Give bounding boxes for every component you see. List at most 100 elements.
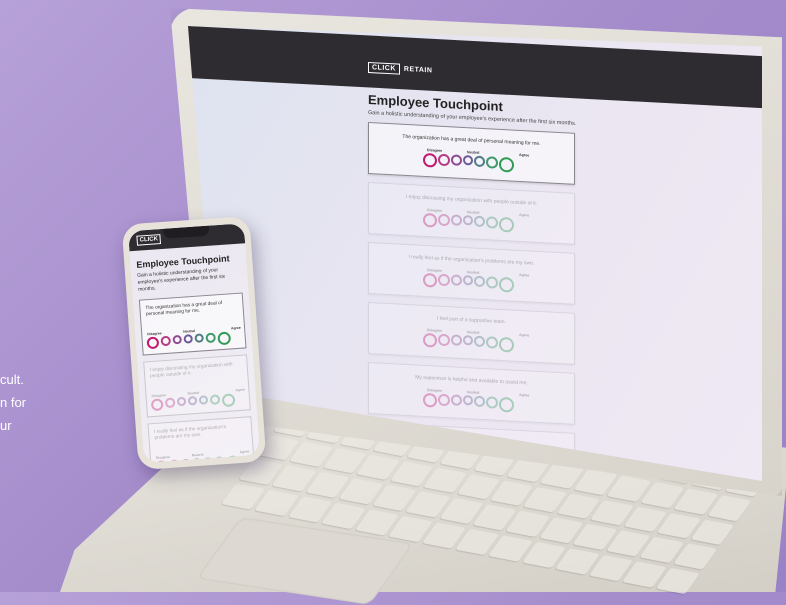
rating-option[interactable]: [486, 216, 498, 229]
phone-rating-option[interactable]: [146, 336, 160, 350]
phone-question-card: The organization has a great deal of per…: [138, 292, 247, 356]
phone-rating-option[interactable]: [183, 334, 194, 344]
rating-option[interactable]: [438, 153, 450, 167]
phone-question-list: The organization has a great deal of per…: [133, 292, 260, 463]
scale-labels: Disagree Neutral Agree: [427, 328, 531, 337]
rating-option[interactable]: [474, 215, 485, 228]
phone-question-card: I really feel as if the organization's p…: [147, 416, 256, 463]
rating-scale: [423, 212, 514, 233]
rating-option[interactable]: [438, 273, 450, 287]
phone-rating-option[interactable]: [213, 456, 225, 463]
rating-scale: [423, 332, 514, 353]
rating-option[interactable]: [474, 335, 485, 348]
rating-option[interactable]: [463, 154, 473, 166]
phone-rating-option[interactable]: [217, 331, 232, 346]
question-text: My supervisor is helpful and available t…: [415, 374, 528, 387]
question-text: I really feel as if the organization's p…: [408, 254, 535, 267]
phone-rating-option[interactable]: [203, 457, 213, 463]
scale-label-middle: Neutral: [467, 150, 480, 155]
rating-option[interactable]: [474, 275, 485, 288]
phone-scale-label-right: Agree: [239, 449, 250, 455]
brand-logo: CLICK RETAIN: [368, 62, 434, 76]
scale-label-middle: Neutral: [467, 330, 480, 335]
phone-screen: CLICK Employee Touchpoint Gain a holisti…: [128, 223, 260, 463]
phone-question-card: I enjoy discussing my organization with …: [143, 354, 251, 418]
scale-label-left: Disagree: [427, 148, 443, 153]
phone-question-text: I really feel as if the organization's p…: [153, 424, 227, 441]
rating-option[interactable]: [451, 274, 462, 286]
rating-option[interactable]: [463, 334, 473, 346]
scale-label-left: Disagree: [427, 328, 443, 333]
phone-question-text: I enjoy discussing my organization with …: [149, 362, 233, 380]
scale-label-left: Disagree: [427, 388, 443, 393]
scale-label-right: Agree: [519, 332, 530, 338]
phone-scale-label-right: Agree: [235, 387, 246, 393]
rating-option[interactable]: [438, 393, 450, 407]
phone-rating-option[interactable]: [176, 396, 187, 407]
rating-option[interactable]: [423, 212, 437, 228]
rating-option[interactable]: [463, 274, 473, 286]
phone-rating-option[interactable]: [221, 393, 236, 408]
rating-option[interactable]: [499, 336, 514, 353]
rating-option[interactable]: [486, 276, 498, 289]
scale-label-left: Disagree: [427, 268, 443, 273]
phone-rating-option[interactable]: [187, 395, 198, 406]
rating-option[interactable]: [463, 394, 473, 406]
phone-scale-label-right: Agree: [230, 325, 241, 331]
marketing-text: cult. n for ur: [0, 368, 80, 437]
question-card: I feel part of a supportive team. Disagre…: [368, 302, 575, 365]
rating-option[interactable]: [451, 154, 462, 166]
question-card: The organization has a great deal of per…: [368, 122, 575, 185]
rating-option[interactable]: [486, 396, 498, 409]
phone-question-text: The organization has a great deal of per…: [145, 300, 223, 318]
phone-rating-option[interactable]: [198, 395, 209, 405]
phone-rating-option[interactable]: [192, 457, 202, 463]
rating-option[interactable]: [499, 396, 514, 413]
marketing-line: ur: [0, 418, 12, 433]
marketing-line: n for: [0, 395, 27, 410]
rating-option[interactable]: [423, 272, 437, 288]
phone-rating-option[interactable]: [209, 394, 221, 406]
phone-page-subtitle: Gain a holistic understanding of your em…: [136, 267, 226, 293]
phone-rating-option[interactable]: [169, 459, 180, 463]
rating-option[interactable]: [474, 395, 485, 408]
rating-option[interactable]: [438, 333, 450, 347]
rating-option[interactable]: [474, 155, 485, 168]
rating-option[interactable]: [499, 276, 514, 293]
scale-labels: Disagree Neutral Agree: [427, 388, 531, 397]
rating-option[interactable]: [423, 152, 437, 168]
phone-rating-option[interactable]: [172, 334, 183, 345]
marketing-line: cult.: [0, 372, 24, 387]
rating-option[interactable]: [451, 394, 462, 406]
rating-option[interactable]: [438, 213, 450, 227]
phone-rating-option[interactable]: [150, 398, 164, 412]
rating-scale: [423, 392, 514, 413]
phone-rating-option[interactable]: [225, 455, 240, 463]
rating-option[interactable]: [423, 332, 437, 348]
phone-rating-option[interactable]: [164, 397, 176, 409]
question-card: I enjoy discussing my organization with …: [368, 182, 575, 245]
rating-option[interactable]: [486, 156, 498, 169]
question-text: I enjoy discussing my organization with …: [405, 193, 538, 207]
phone-rating-option[interactable]: [205, 332, 217, 344]
rating-option[interactable]: [423, 392, 437, 408]
rating-option[interactable]: [499, 216, 514, 233]
phone-rating-option[interactable]: [155, 460, 168, 463]
rating-option[interactable]: [486, 336, 498, 349]
phone-device: CLICK Employee Touchpoint Gain a holisti…: [121, 215, 267, 471]
rating-option[interactable]: [499, 156, 514, 173]
scale-label-middle: Neutral: [467, 210, 480, 215]
brand-click: CLICK: [368, 62, 400, 75]
scale-labels: Disagree Neutral Agree: [427, 148, 531, 157]
question-card: I really feel as if the organization's p…: [368, 242, 575, 305]
question-text: I feel part of a supportive team.: [437, 315, 506, 326]
rating-option[interactable]: [463, 214, 473, 226]
scale-labels: Disagree Neutral Agree: [427, 268, 531, 277]
scale-label-right: Agree: [519, 152, 530, 158]
phone-rating-option[interactable]: [160, 335, 172, 347]
rating-option[interactable]: [451, 214, 462, 226]
scale-label-right: Agree: [519, 272, 530, 278]
rating-option[interactable]: [451, 334, 462, 346]
phone-rating-option[interactable]: [194, 333, 204, 343]
phone-rating-option[interactable]: [181, 458, 191, 463]
